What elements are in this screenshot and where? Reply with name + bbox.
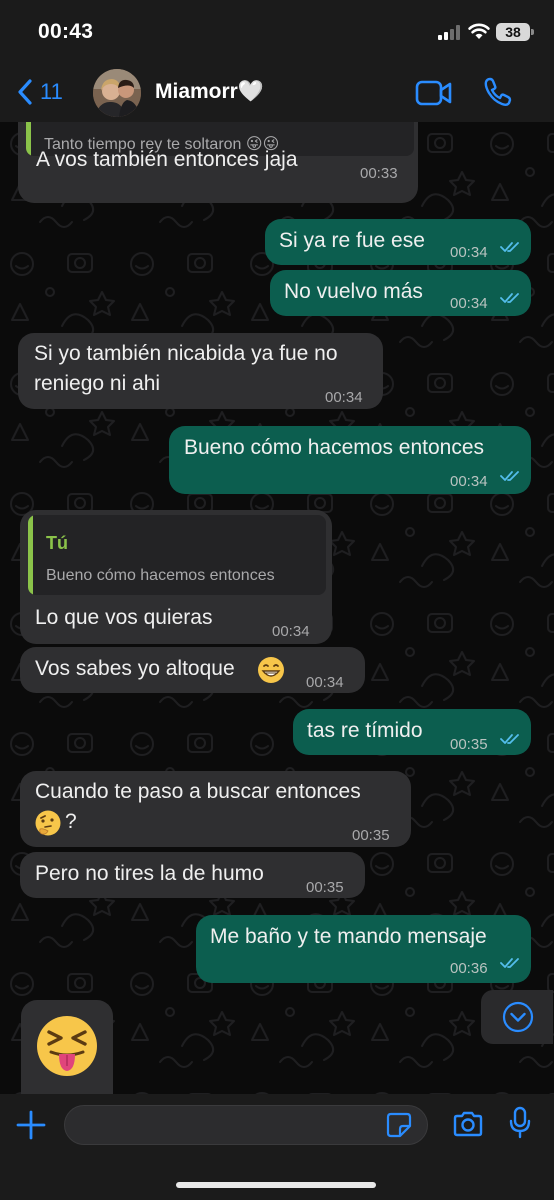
- message-time: 00:35: [306, 879, 344, 896]
- status-bar: 00:43 38: [0, 0, 554, 64]
- message-text: Me baño y te mando mensaje: [210, 925, 487, 948]
- message-time: 00:34: [325, 389, 363, 406]
- message-text: Bueno cómo hacemos entonces: [184, 436, 485, 459]
- scroll-to-bottom-button[interactable]: [481, 990, 553, 1044]
- contact-avatar[interactable]: [93, 69, 141, 117]
- message-outgoing[interactable]: Bueno cómo hacemos entonces 00:34: [169, 426, 531, 494]
- message-time: 00:33: [360, 165, 398, 182]
- message-text-line: reniego ni ahi: [34, 372, 161, 395]
- double-check-icon: [500, 293, 519, 303]
- status-time: 00:43: [38, 20, 94, 43]
- message-text-line: Cuando te paso a buscar entonces: [35, 780, 361, 803]
- phone-icon[interactable]: [482, 76, 514, 108]
- double-check-icon: [500, 734, 519, 744]
- message-time: 00:35: [450, 736, 488, 753]
- message-incoming[interactable]: Vos sabes yo altoque 00:34: [20, 647, 365, 693]
- message-time: 00:34: [272, 623, 310, 640]
- message-incoming[interactable]: Cuando te paso a buscar entonces ? 00:35: [20, 771, 411, 847]
- squinting-tongue-emoji: [37, 1016, 97, 1076]
- message-outgoing[interactable]: No vuelvo más 00:34: [270, 270, 531, 316]
- unread-count: 11: [40, 79, 63, 104]
- message-outgoing[interactable]: Me baño y te mando mensaje 00:36: [196, 915, 531, 983]
- message-incoming[interactable]: Si yo también nicabida ya fue no reniego…: [18, 333, 383, 409]
- sticker-icon[interactable]: [386, 1112, 412, 1138]
- chat-header: 11 Miamorr🤍: [0, 64, 554, 122]
- message-time: 00:36: [450, 960, 488, 977]
- message-input[interactable]: [64, 1105, 428, 1145]
- message-outgoing[interactable]: Si ya re fue ese 00:34: [265, 219, 531, 265]
- quoted-message[interactable]: Tú Bueno cómo hacemos entonces: [28, 515, 326, 595]
- message-text: Pero no tires la de humo: [35, 862, 264, 885]
- video-call-icon[interactable]: [415, 78, 453, 108]
- message-text-line: ?: [65, 810, 77, 833]
- battery-tip: [531, 29, 534, 35]
- message-time: 00:34: [450, 295, 488, 312]
- battery-indicator: 38: [496, 23, 530, 41]
- message-incoming[interactable]: Pero no tires la de humo 00:35: [20, 852, 365, 898]
- avatar-photo: [93, 69, 141, 117]
- message-text: A vos también entonces jaja: [36, 148, 298, 171]
- thinking-face-emoji: [35, 810, 61, 836]
- message-text: Lo que vos quieras: [35, 606, 213, 629]
- quote-bar: [28, 515, 33, 595]
- back-button[interactable]: 11: [16, 72, 63, 112]
- message-text: tas re tímido: [307, 719, 423, 742]
- quote-author: Tú: [46, 533, 68, 553]
- chevron-left-icon: [18, 79, 32, 105]
- plus-icon[interactable]: [16, 1110, 46, 1140]
- message-text-line: Si yo también nicabida ya fue no: [34, 342, 338, 365]
- message-outgoing[interactable]: tas re tímido 00:35: [293, 709, 531, 755]
- message-text: Si ya re fue ese: [279, 229, 425, 252]
- camera-icon[interactable]: [452, 1110, 484, 1138]
- chevron-down-icon: [502, 1001, 534, 1033]
- message-time: 00:34: [450, 244, 488, 261]
- cellular-signal-icon: [438, 24, 462, 40]
- home-indicator: [176, 1182, 376, 1188]
- message-text: Vos sabes yo altoque: [35, 657, 235, 680]
- chat-messages[interactable]: Tanto tiempo rey te soltaron 😜😜 A vos ta…: [0, 122, 554, 1094]
- contact-name[interactable]: Miamorr🤍: [155, 80, 264, 104]
- quote-bar: [26, 122, 31, 156]
- double-check-icon: [500, 958, 519, 968]
- message-time: 00:34: [306, 674, 344, 691]
- microphone-icon[interactable]: [508, 1106, 532, 1140]
- message-time: 00:34: [450, 473, 488, 490]
- double-check-icon: [500, 471, 519, 481]
- message-incoming-emoji[interactable]: [21, 1000, 113, 1094]
- message-time: 00:35: [352, 827, 390, 844]
- composer-bar: [0, 1094, 554, 1200]
- message-text: No vuelvo más: [284, 280, 423, 303]
- wifi-icon: [468, 23, 490, 39]
- double-check-icon: [500, 242, 519, 252]
- message-incoming[interactable]: Tú Bueno cómo hacemos entonces Lo que vo…: [20, 510, 332, 644]
- quote-text: Bueno cómo hacemos entonces: [46, 567, 275, 584]
- message-incoming[interactable]: Tanto tiempo rey te soltaron 😜😜 A vos ta…: [18, 122, 418, 203]
- grinning-face-emoji: [258, 657, 284, 683]
